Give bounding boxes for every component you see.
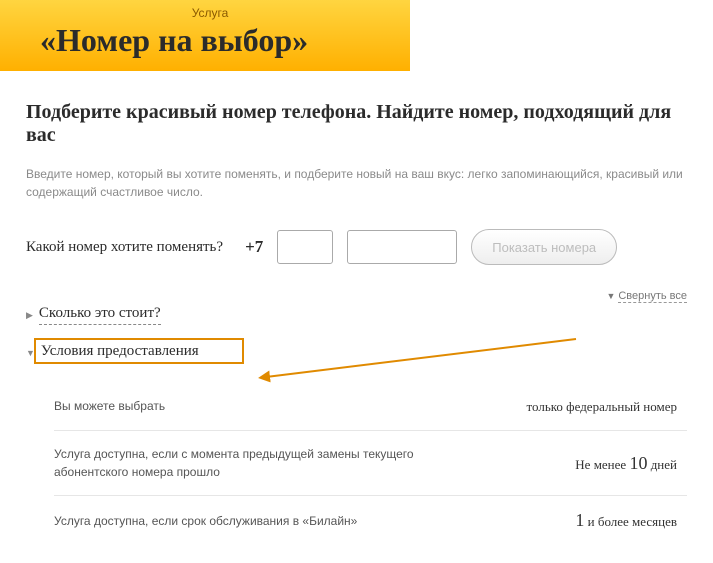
service-ribbon: Услуга «Номер на выбор» [0, 0, 410, 71]
chevron-down-icon: ▼ [606, 291, 615, 301]
number-form: Какой номер хотите поменять? +7 Показать… [26, 229, 687, 265]
term-value: 1 и более месяцев [575, 510, 677, 531]
terms-title: Условия предоставления [41, 343, 199, 363]
intro-text: Введите номер, который вы хотите поменят… [26, 165, 687, 201]
collapse-all-link[interactable]: ▼Свернуть все [606, 290, 687, 302]
cost-section: ▶ Сколько это стоит? [26, 305, 687, 325]
table-row: Услуга доступна, если с момента предыдущ… [54, 431, 687, 496]
cost-toggle[interactable]: ▶ Сколько это стоит? [26, 305, 687, 325]
term-label: Услуга доступна, если с момента предыдущ… [54, 445, 434, 481]
cost-title: Сколько это стоит? [39, 305, 161, 325]
table-row: Вы можете выбрать только федеральный ном… [54, 381, 687, 431]
term-value: только федеральный номер [527, 395, 677, 416]
phone-prefix: +7 [245, 237, 263, 257]
term-label: Услуга доступна, если срок обслуживания … [54, 512, 357, 530]
terms-section: ▼ Условия предоставления Вы можете выбра… [26, 343, 687, 545]
chevron-right-icon: ▶ [26, 310, 33, 321]
term-label: Вы можете выбрать [54, 397, 165, 415]
service-title: «Номер на выбор» [40, 22, 380, 59]
form-label: Какой номер хотите поменять? [26, 239, 223, 256]
term-value: Не менее 10 дней [575, 453, 677, 474]
table-row: Услуга доступна, если срок обслуживания … [54, 496, 687, 545]
show-numbers-button[interactable]: Показать номера [471, 229, 617, 265]
page-heading: Подберите красивый номер телефона. Найди… [26, 101, 687, 147]
chevron-down-icon: ▼ [26, 348, 35, 358]
terms-table: Вы можете выбрать только федеральный ном… [26, 381, 687, 545]
service-category: Услуга [40, 6, 380, 20]
phone-code-input[interactable] [277, 230, 333, 264]
terms-toggle[interactable]: ▼ Условия предоставления [26, 343, 687, 363]
phone-number-input[interactable] [347, 230, 457, 264]
